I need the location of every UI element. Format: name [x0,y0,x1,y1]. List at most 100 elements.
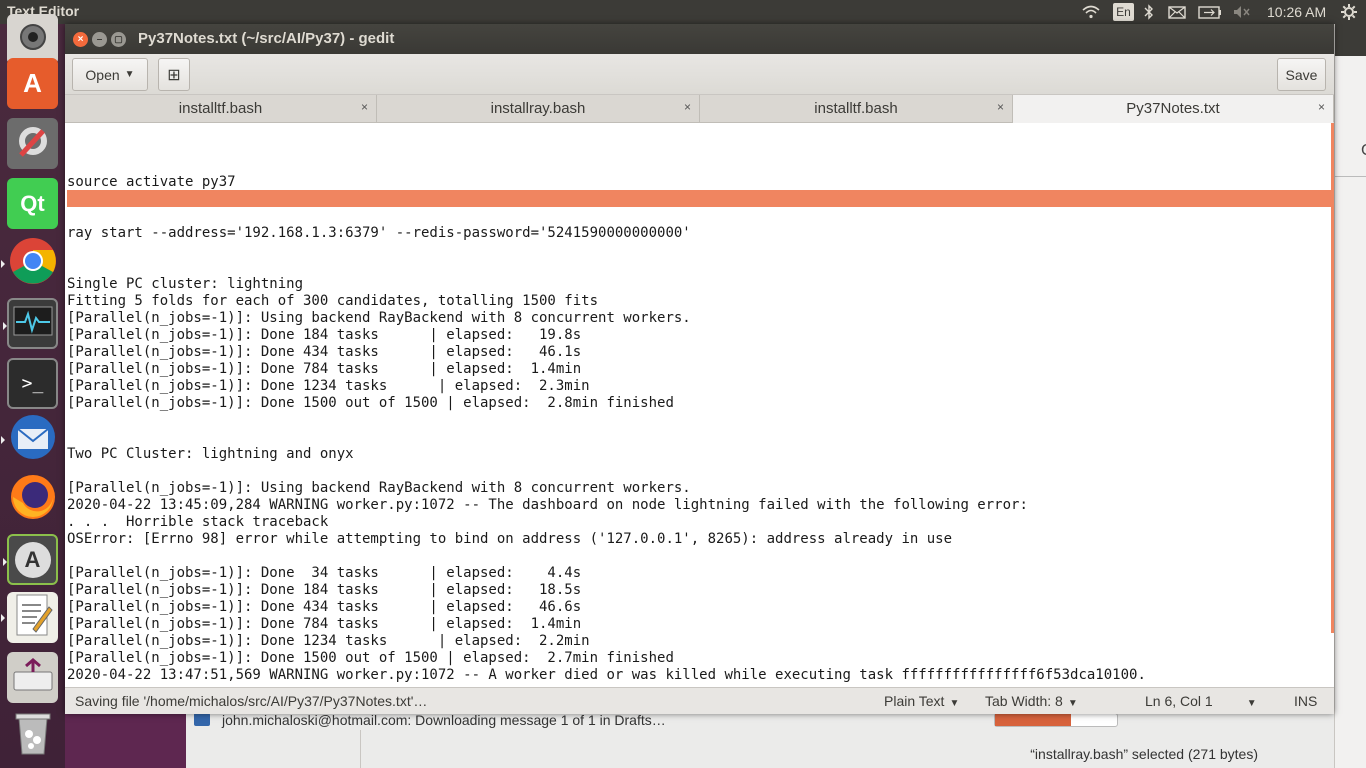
close-window-button[interactable]: × [73,32,88,47]
battery-icon[interactable] [1198,4,1222,20]
mail-icon[interactable] [1167,4,1187,20]
window-title: Py37Notes.txt (~/src/AI/Py37) - gedit [138,30,395,47]
usb-drive-icon [12,658,54,697]
editor-line: [Parallel(n_jobs=-1)]: Using backend Ray… [67,480,691,496]
editor-line: 2020-04-22 13:45:09,284 WARNING worker.p… [67,497,1028,513]
launcher-system-monitor[interactable] [3,298,58,349]
volume-muted-icon[interactable] [1232,4,1252,20]
top-panel: Text Editor En 10:26 AM [0,0,1366,24]
clock[interactable]: 10:26 AM [1267,4,1326,20]
wifi-icon[interactable] [1081,4,1101,20]
launcher-software-updater[interactable]: A [3,534,58,585]
launcher-system-settings[interactable] [7,118,58,169]
gedit-window: × – ▢ Py37Notes.txt (~/src/AI/Py37) - ge… [65,24,1334,714]
launcher-firefox[interactable] [7,474,58,525]
close-tab-icon[interactable]: × [361,100,368,114]
launcher: A Qt >_ A [0,14,65,768]
running-indicator [1,614,5,622]
background-window-titlebar [1335,24,1366,56]
keyboard-layout-indicator[interactable]: En [1113,3,1134,21]
terminal-icon: >_ [21,373,44,394]
launcher-ubuntu-software[interactable]: A [7,58,58,109]
tab-installtf-2[interactable]: installtf.bash × [700,95,1013,123]
close-tab-icon[interactable]: × [684,100,691,114]
background-window-right[interactable]: C [1334,24,1366,768]
background-window-bottom[interactable]: john.michaloski@hotmail.com: Downloading… [186,712,1334,768]
running-indicator [3,322,7,330]
chevron-down-icon: ▼ [124,69,135,80]
gear-icon[interactable] [1339,4,1359,20]
toolbar: Open ▼ ⊞ Save [65,54,1334,95]
launcher-trash[interactable] [7,710,58,761]
launcher-chrome[interactable] [1,237,58,290]
running-indicator [1,260,5,268]
text-editor-area[interactable]: source activate py37 ray start --address=… [65,123,1334,687]
software-updater-icon: A [14,541,51,578]
mail-status-icon [194,713,210,726]
tab-label: Py37Notes.txt [1126,100,1220,117]
close-tab-icon[interactable]: × [997,100,1004,114]
tab-installray[interactable]: installray.bash × [377,95,700,123]
qt-icon: Qt [20,190,45,216]
insert-mode-indicator[interactable]: INS [1294,693,1317,709]
editor-line: [Parallel(n_jobs=-1)]: Done 434 tasks | … [67,599,582,615]
shopping-bag-icon: A [23,68,42,98]
maximize-window-button[interactable]: ▢ [111,32,126,47]
editor-line: 2020-04-22 13:47:51,569 WARNING worker.p… [67,667,1146,683]
cursor-position[interactable]: Ln 6, Col 1 ▼ [1145,693,1257,709]
editor-line: [Parallel(n_jobs=-1)]: Done 1234 tasks |… [67,378,590,394]
language-label: Plain Text [884,693,945,709]
tab-label: installtf.bash [178,100,263,117]
editor-lines: source activate py37 ray start --address=… [67,123,1146,684]
status-message: Saving file '/home/michalos/src/AI/Py37/… [75,693,428,709]
running-indicator [1,436,5,444]
editor-line: OSError: [Errno 98] error while attempti… [67,531,953,547]
editor-line: [Parallel(n_jobs=-1)]: Done 184 tasks | … [67,327,582,343]
launcher-text-editor[interactable] [1,592,58,643]
editor-line: [Parallel(n_jobs=-1)]: Done 784 tasks | … [67,616,582,632]
editor-line: [Parallel(n_jobs=-1)]: Done 34 tasks | e… [67,565,582,581]
launcher-thunderbird[interactable] [1,414,58,465]
save-button[interactable]: Save [1277,58,1326,91]
tab-label: installray.bash [490,100,586,117]
launcher-qt-creator[interactable]: Qt [7,178,58,229]
launcher-terminal[interactable]: >_ [7,358,58,409]
chevron-down-icon: ▼ [1067,698,1078,709]
new-tab-button[interactable]: ⊞ [158,58,190,91]
file-selection-status: “installray.bash” selected (271 bytes) [1030,746,1258,762]
launcher-usb-creator[interactable] [7,652,58,703]
bluetooth-icon[interactable] [1142,4,1156,20]
settings-tools-icon [13,121,53,166]
editor-line: Single PC cluster: lightning [67,276,304,292]
trash-icon [13,710,53,761]
chrome-icon [9,237,57,290]
editor-line: Fitting 5 folds for each of 300 candidat… [67,293,599,309]
editor-line: [Parallel(n_jobs=-1)]: Done 184 tasks | … [67,582,582,598]
status-bar: Saving file '/home/michalos/src/AI/Py37/… [65,687,1334,714]
editor-line: . . . Horrible stack traceback [67,514,329,530]
editor-line: [Parallel(n_jobs=-1)]: Done 434 tasks | … [67,344,582,360]
open-button-label: Open [85,66,120,83]
minimize-window-button[interactable]: – [92,32,107,47]
window-titlebar[interactable]: × – ▢ Py37Notes.txt (~/src/AI/Py37) - ge… [65,24,1334,54]
close-tab-icon[interactable]: × [1318,100,1325,114]
webcam-icon [16,20,50,59]
editor-line: [Parallel(n_jobs=-1)]: Using backend Ray… [67,310,691,326]
editor-line: Two PC Cluster: lightning and onyx [67,446,354,462]
background-window-glyph: C [1361,142,1366,160]
vertical-scrollbar[interactable] [1331,123,1334,633]
open-button[interactable]: Open ▼ [72,58,148,91]
tab-width-label: Tab Width: 8 [985,693,1063,709]
tab-width-selector[interactable]: Tab Width: 8 ▼ [985,693,1078,709]
editor-line: [Parallel(n_jobs=-1)]: Done 1500 out of … [67,395,674,411]
tab-py37notes[interactable]: Py37Notes.txt × [1013,95,1334,123]
editor-line: [Parallel(n_jobs=-1)]: Done 784 tasks | … [67,361,582,377]
tab-installtf-1[interactable]: installtf.bash × [65,95,377,123]
language-selector[interactable]: Plain Text ▼ [884,693,959,709]
tab-label: installtf.bash [814,100,898,117]
